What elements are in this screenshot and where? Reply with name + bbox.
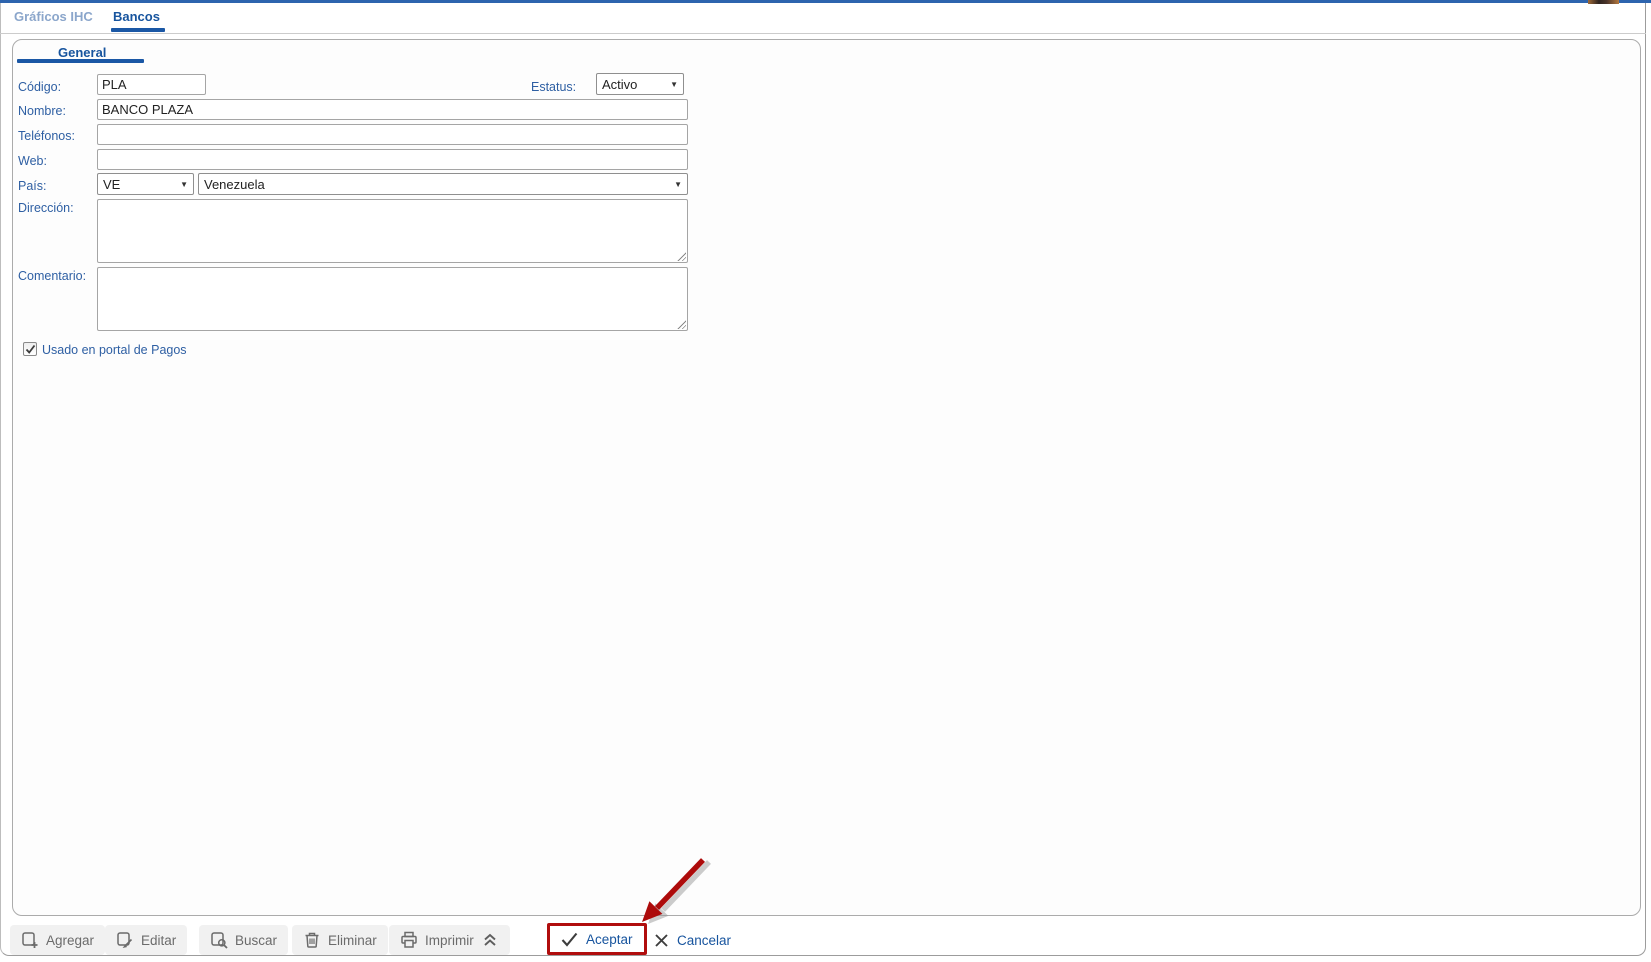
cancelar-button-label: Cancelar	[677, 932, 732, 948]
dropdown-arrow-icon: ▼	[180, 179, 188, 189]
add-document-icon	[22, 932, 38, 948]
portal-pagos-checkbox-label: Usado en portal de Pagos	[42, 343, 187, 357]
eliminar-button-label: Eliminar	[328, 932, 377, 948]
editar-button[interactable]: Editar	[105, 925, 188, 955]
pais-code-selected-value: VE	[103, 176, 121, 192]
subtab-general[interactable]: General	[58, 45, 106, 60]
nombre-label: Nombre:	[18, 104, 66, 118]
x-icon	[655, 933, 668, 947]
portal-pagos-checkbox[interactable]	[23, 342, 37, 356]
estatus-select[interactable]: Activo ▼	[596, 73, 684, 95]
tab-bancos[interactable]: Bancos	[113, 9, 160, 24]
pais-name-select[interactable]: Venezuela ▼	[198, 173, 688, 195]
comentario-label: Comentario:	[18, 269, 87, 283]
agregar-button-label: Agregar	[46, 932, 95, 948]
checkbox-check-icon	[25, 344, 35, 354]
direccion-label: Dirección:	[18, 201, 74, 215]
nombre-input[interactable]	[97, 99, 688, 120]
comentario-textarea[interactable]	[97, 267, 688, 331]
dropdown-arrow-icon: ▼	[670, 79, 678, 89]
pais-code-select[interactable]: VE ▼	[97, 173, 194, 195]
pais-name-selected-value: Venezuela	[204, 176, 265, 192]
pais-label: País:	[18, 179, 47, 193]
telefonos-label: Teléfonos:	[18, 129, 75, 143]
trash-icon	[305, 932, 319, 948]
web-input[interactable]	[97, 149, 688, 170]
web-label: Web:	[18, 154, 47, 168]
active-tab-underline	[111, 28, 165, 32]
estatus-selected-value: Activo	[602, 76, 638, 92]
imprimir-button-label: Imprimir	[425, 932, 474, 948]
top-blue-strip	[0, 0, 1651, 3]
dropdown-arrow-icon: ▼	[674, 179, 682, 189]
codigo-label: Código:	[18, 80, 62, 94]
check-icon	[561, 932, 578, 947]
agregar-button[interactable]: Agregar	[10, 925, 106, 955]
buscar-button[interactable]: Buscar	[199, 925, 289, 955]
tabbar-divider	[0, 33, 1646, 34]
editar-button-label: Editar	[141, 932, 177, 948]
search-document-icon	[211, 932, 228, 949]
aceptar-button[interactable]: Aceptar	[547, 923, 647, 955]
subtab-underline	[17, 59, 144, 63]
codigo-input[interactable]	[97, 74, 206, 95]
tab-graficos-ihc[interactable]: Gráficos IHC	[14, 9, 93, 24]
direccion-textarea[interactable]	[97, 199, 688, 263]
telefonos-input[interactable]	[97, 124, 688, 145]
top-edge-artifact	[1588, 0, 1619, 4]
eliminar-button[interactable]: Eliminar	[292, 925, 388, 955]
double-chevron-up-icon[interactable]	[481, 931, 499, 949]
bancos-form-panel: General Código: Estatus: Activo ▼ Nombre…	[12, 39, 1641, 916]
aceptar-button-label: Aceptar	[586, 931, 633, 947]
printer-icon	[401, 931, 417, 948]
buscar-button-label: Buscar	[235, 932, 278, 948]
edit-document-icon	[117, 932, 133, 948]
estatus-label: Estatus:	[531, 80, 577, 94]
cancelar-button[interactable]: Cancelar	[648, 925, 737, 955]
imprimir-button[interactable]: Imprimir	[389, 925, 510, 955]
